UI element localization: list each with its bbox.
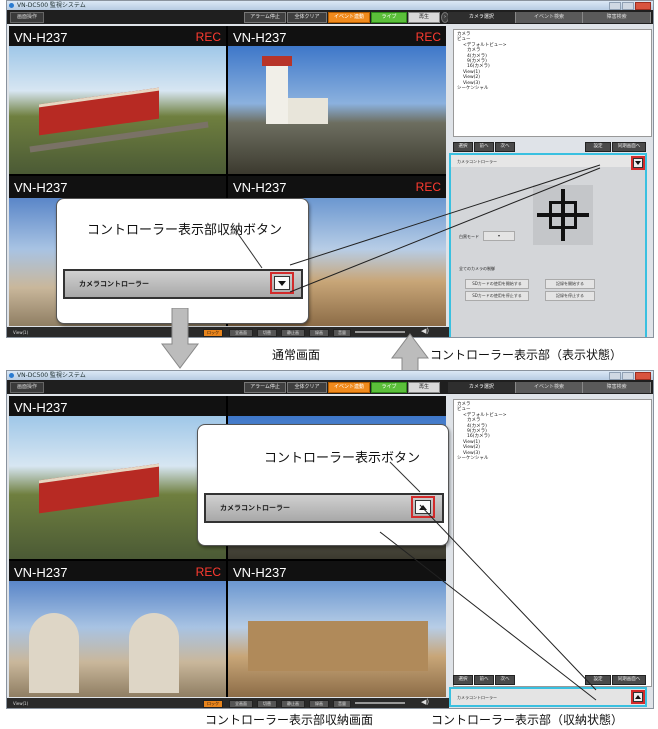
caption-controller-collapsed: コントローラー表示部（収納状態） xyxy=(431,713,624,727)
callout-connectors-2 xyxy=(379,461,597,701)
caption-collapsed-screen: コントローラー表示部収納画面 xyxy=(205,713,374,727)
